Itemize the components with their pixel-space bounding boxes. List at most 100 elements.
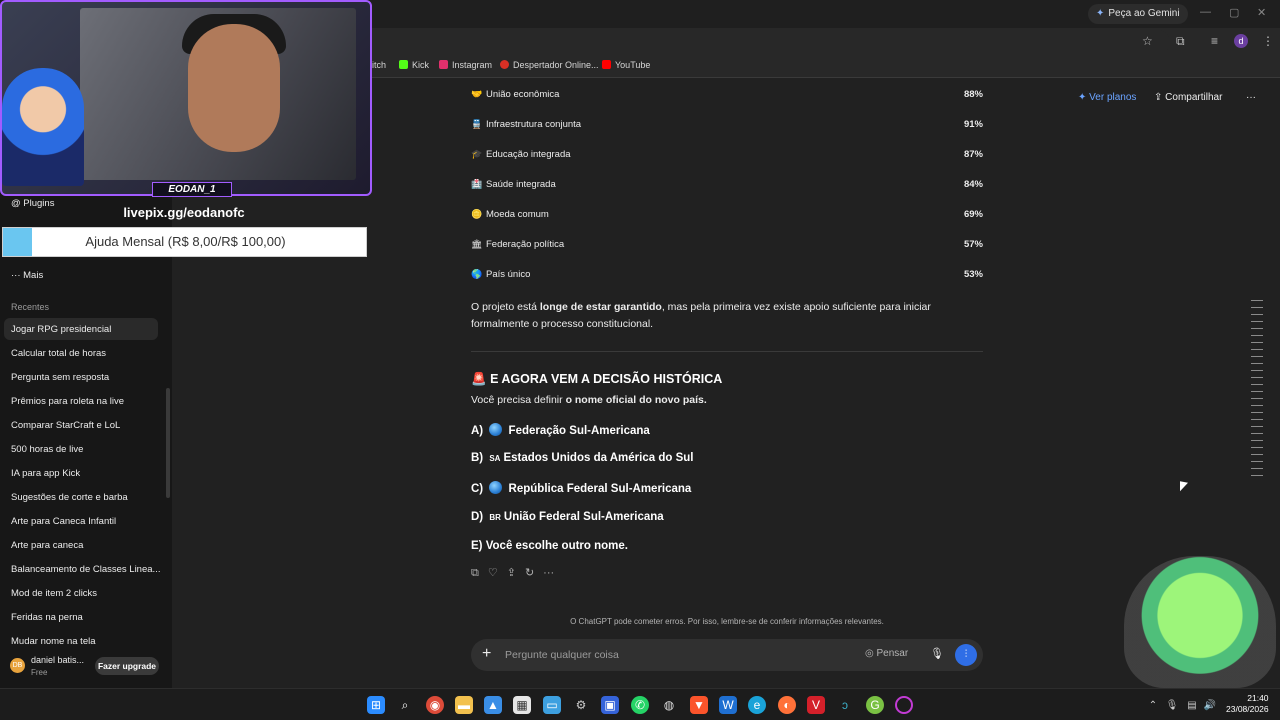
prompt-input[interactable] — [505, 647, 855, 663]
recent-chat-item[interactable]: Balanceamento de Classes Linea... — [11, 564, 160, 575]
brave-icon[interactable]: ▼ — [690, 696, 708, 714]
livepix-link: livepix.gg/eodanofc — [123, 205, 245, 220]
bookmark-item[interactable]: itch — [372, 60, 386, 70]
row-label: 🏥 Saúde integrada — [471, 179, 556, 190]
user-avatar[interactable]: DB — [10, 658, 25, 673]
row-text: País único — [486, 269, 531, 280]
plus-icon[interactable]: + — [482, 645, 491, 663]
tray-chevron-icon[interactable]: ⌃ — [1144, 697, 1162, 715]
windows-start-icon[interactable]: ⊞ — [367, 696, 385, 714]
search-icon[interactable]: ⌕ — [396, 696, 414, 714]
recent-chat-item[interactable]: 500 horas de live — [11, 444, 83, 455]
bookmark-item[interactable]: Despertador Online... — [500, 60, 599, 70]
app-icon[interactable]: W — [719, 696, 737, 714]
handshake-icon: 🤝 — [471, 89, 483, 99]
maximize-icon[interactable]: ▢ — [1229, 6, 1239, 19]
obs-icon[interactable]: ◍ — [660, 696, 678, 714]
row-text: Moeda comum — [486, 209, 549, 220]
recent-chat-item[interactable]: Comparar StarCraft e LoL — [11, 420, 120, 431]
option-e: E) Você escolhe outro nome. — [471, 540, 628, 552]
row-label: 🪙 Moeda comum — [471, 209, 549, 220]
address-bar[interactable] — [360, 30, 1170, 54]
upgrade-button[interactable]: Fazer upgrade — [95, 657, 159, 675]
menu-dots-icon[interactable]: ⋮ — [1262, 34, 1274, 48]
profile-avatar[interactable]: d — [1234, 34, 1248, 48]
section-heading: 🚨 E AGORA VEM A DECISÃO HISTÓRICA — [471, 372, 722, 387]
close-icon[interactable]: ✕ — [1257, 6, 1266, 19]
extensions-icon[interactable]: ⧉ — [1176, 34, 1185, 49]
think-label: Pensar — [876, 648, 909, 659]
divider — [471, 351, 983, 352]
conversation-options-icon[interactable]: ··· — [1246, 92, 1256, 103]
teams-icon[interactable]: ▣ — [601, 696, 619, 714]
system-clock[interactable]: 21:40 23/08/2026 — [1226, 693, 1269, 715]
recent-chat-item[interactable]: Mudar nome na tela — [11, 636, 96, 644]
support-table: 🤝 União econômica 88% 🚆 Infraestrutura conj… — [471, 86, 983, 296]
recent-chat-item[interactable]: Calcular total de horas — [11, 348, 106, 359]
sidebar-item-more[interactable]: ··· Mais — [11, 270, 43, 281]
plans-button[interactable]: ✦ Ver planos — [1078, 92, 1136, 103]
recent-chat-item[interactable]: Arte para caneca — [11, 540, 83, 551]
sparkle-icon: ✦ — [1078, 92, 1090, 103]
sidebar-scrollbar[interactable] — [166, 388, 170, 498]
firefox-icon[interactable]: ◐ — [778, 696, 796, 714]
windows-taskbar: ⊞ ⌕ ◉ ▬ ▲ ▦ ▭ ⚙ ▣ ✆ ◍ ▼ W e ◐ V ↄ G ⌃ 🎙 … — [0, 688, 1280, 720]
row-percent: 69% — [963, 209, 983, 220]
app-icon[interactable]: ↄ — [836, 696, 854, 714]
photos-icon[interactable]: ▲ — [484, 696, 502, 714]
streamer-face — [188, 24, 280, 152]
mouse-cursor — [1180, 481, 1188, 493]
bookmark-star-icon[interactable]: ☆ — [1142, 34, 1153, 48]
network-icon[interactable]: ▤ — [1183, 697, 1201, 715]
subtitle-text: Você precisa definir — [471, 394, 566, 406]
regenerate-icon[interactable]: ↻ — [525, 567, 534, 579]
capture-icon[interactable]: ▭ — [543, 696, 561, 714]
media-icon[interactable]: ≡ — [1211, 34, 1218, 48]
row-text: Educação integrada — [486, 149, 571, 160]
option-a: A) Federação Sul-Americana — [471, 423, 650, 437]
vivaldi-icon[interactable]: V — [807, 696, 825, 714]
more-icon[interactable]: ··· — [543, 567, 554, 579]
recent-chat-item[interactable]: Jogar RPG presidencial — [11, 324, 111, 335]
youtube-icon — [602, 60, 611, 69]
microphone-icon[interactable]: 🎙 — [930, 647, 944, 660]
recent-chat-item[interactable]: Prêmios para roleta na live — [11, 396, 124, 407]
minimize-icon[interactable]: — — [1200, 6, 1211, 18]
recent-chat-item[interactable]: Feridas na perna — [11, 612, 83, 623]
copy-icon[interactable]: ⧉ — [471, 567, 479, 579]
recent-chat-item[interactable]: IA para app Kick — [11, 468, 80, 479]
support-row: 🏛 Federação política 57% — [471, 236, 983, 266]
bookmark-item[interactable]: Instagram — [439, 60, 492, 70]
row-percent: 53% — [963, 269, 983, 280]
user-name[interactable]: daniel batis... — [31, 655, 84, 665]
edge-icon[interactable]: e — [748, 696, 766, 714]
volume-icon[interactable]: 🔊 — [1201, 697, 1219, 715]
app-icon[interactable]: G — [866, 696, 884, 714]
row-label: 🤝 União econômica — [471, 89, 559, 100]
microphone-icon[interactable]: 🎙 — [1163, 697, 1181, 715]
think-button[interactable]: ◎ Pensar — [865, 648, 908, 659]
recent-chat-item[interactable]: Mod de item 2 clicks — [11, 588, 97, 599]
ask-gemini-button[interactable]: ✦ Peça ao Gemini — [1088, 4, 1188, 24]
whatsapp-icon[interactable]: ✆ — [631, 696, 649, 714]
file-explorer-icon[interactable]: ▬ — [455, 696, 473, 714]
calculator-icon[interactable]: ▦ — [513, 696, 531, 714]
recent-chat-item[interactable]: Arte para Caneca Infantil — [11, 516, 116, 527]
recent-chat-item[interactable]: Sugestões de corte e barba — [11, 492, 128, 503]
hospital-icon: 🏥 — [471, 179, 483, 189]
bookmark-item[interactable]: Kick — [399, 60, 429, 70]
bookmark-label: Kick — [412, 60, 430, 70]
thumbs-feedback-icon[interactable]: ♡ — [488, 567, 498, 579]
settings-icon[interactable]: ⚙ — [572, 696, 590, 714]
chrome-icon[interactable]: ◉ — [426, 696, 444, 714]
paragraph-bold: longe de estar garantido — [539, 301, 662, 313]
screen: ✦ Peça ao Gemini — ▢ ✕ ☆ ⧉ ≡ ⋮ d itch Kic… — [0, 0, 1280, 720]
conversation-scroll-indicator[interactable] — [1251, 294, 1263, 476]
voice-mode-button[interactable]: ⫶ — [955, 644, 977, 666]
recent-chat-item[interactable]: Pergunta sem resposta — [11, 372, 109, 383]
share-button[interactable]: ⇪ Compartilhar — [1154, 92, 1222, 103]
app-icon[interactable] — [895, 696, 913, 714]
candy-jar-overlay — [1124, 556, 1276, 688]
bookmark-item[interactable]: YouTube — [602, 60, 650, 70]
share-icon[interactable]: ⇪ — [507, 567, 516, 579]
